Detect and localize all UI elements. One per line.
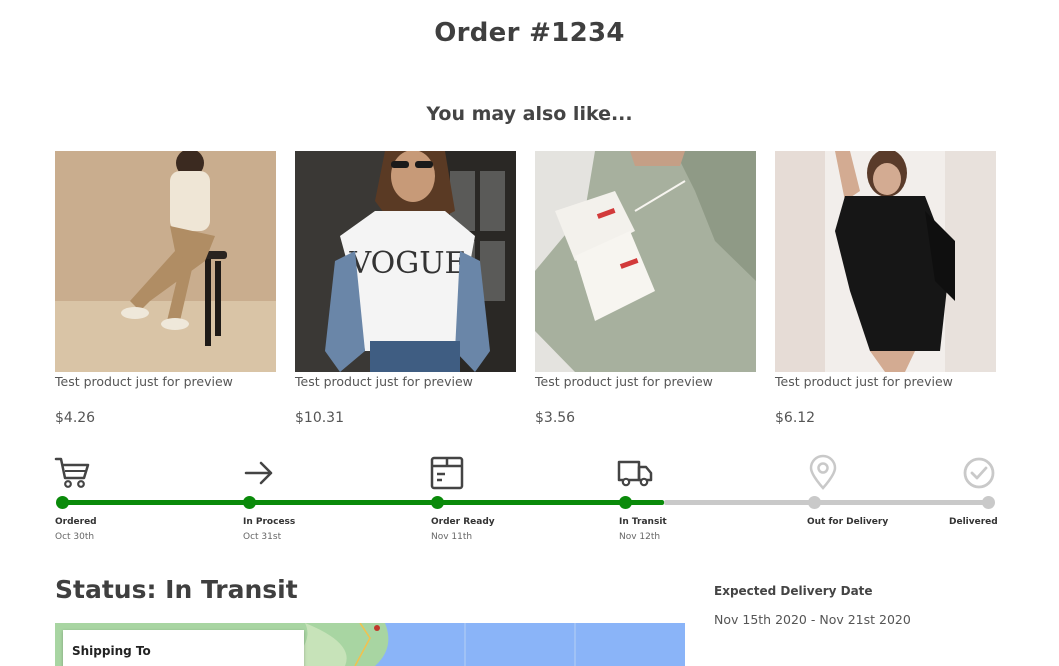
order-status: Status: In Transit — [55, 575, 298, 604]
product-name[interactable]: Test product just for preview — [775, 374, 953, 389]
cart-icon — [54, 457, 90, 488]
step-date-ordered: Oct 30th — [55, 532, 95, 542]
shipping-map[interactable]: Shipping To — [55, 623, 685, 666]
product-name[interactable]: Test product just for preview — [535, 374, 713, 389]
product-card[interactable]: Test product just for preview $3.56 — [535, 151, 756, 436]
arrow-right-icon — [244, 461, 273, 485]
step-label-ordered: Ordered — [55, 517, 97, 527]
check-circle-icon — [963, 457, 995, 489]
product-image[interactable] — [775, 151, 996, 372]
expected-delivery-range: Nov 15th 2020 - Nov 21st 2020 — [714, 612, 911, 627]
product-price: $4.26 — [55, 410, 96, 426]
order-tracker: Ordered Oct 30th In Process Oct 31st Ord… — [54, 452, 998, 547]
product-image[interactable]: VOGUE — [295, 151, 516, 372]
step-label-in-transit: In Transit — [619, 517, 667, 527]
step-dot-out-for-delivery — [808, 496, 821, 509]
step-date-in-process: Oct 31st — [243, 532, 282, 542]
product-card[interactable]: Test product just for preview $4.26 — [55, 151, 276, 436]
step-dot-order-ready — [431, 496, 444, 509]
svg-text:VOGUE: VOGUE — [349, 246, 467, 281]
step-dot-in-process — [243, 496, 256, 509]
step-date-order-ready: Nov 11th — [431, 532, 473, 542]
step-date-in-transit: Nov 12th — [619, 532, 661, 542]
step-label-order-ready: Order Ready — [431, 517, 495, 527]
step-dot-ordered — [56, 496, 69, 509]
product-name[interactable]: Test product just for preview — [55, 374, 233, 389]
truck-icon — [617, 460, 653, 487]
product-card[interactable]: VOGUE Test product just for preview $10.… — [295, 151, 516, 436]
product-price: $10.31 — [295, 410, 344, 426]
step-dot-in-transit — [619, 496, 632, 509]
step-label-in-process: In Process — [243, 517, 296, 527]
package-icon — [430, 456, 464, 490]
step-label-delivered: Delivered — [949, 517, 998, 527]
recommendations-title: You may also like... — [426, 103, 633, 125]
product-grid: Test product just for preview $4.26 VOGU… — [55, 151, 996, 436]
product-price: $3.56 — [535, 410, 576, 426]
step-dot-delivered — [982, 496, 995, 509]
progress-bar-complete — [62, 500, 664, 505]
product-image[interactable] — [535, 151, 756, 372]
product-card[interactable]: Test product just for preview $6.12 — [775, 151, 996, 436]
product-price: $6.12 — [775, 410, 816, 426]
shipping-to-card: Shipping To — [63, 630, 304, 666]
product-image[interactable] — [55, 151, 276, 372]
order-title: Order #1234 — [434, 18, 625, 48]
product-name[interactable]: Test product just for preview — [295, 374, 473, 389]
map-pin-icon — [809, 454, 837, 490]
expected-delivery-label: Expected Delivery Date — [714, 584, 873, 598]
step-label-out-for-delivery: Out for Delivery — [807, 517, 889, 527]
progress-bar-pending — [664, 500, 989, 505]
shipping-to-title: Shipping To — [72, 644, 151, 658]
